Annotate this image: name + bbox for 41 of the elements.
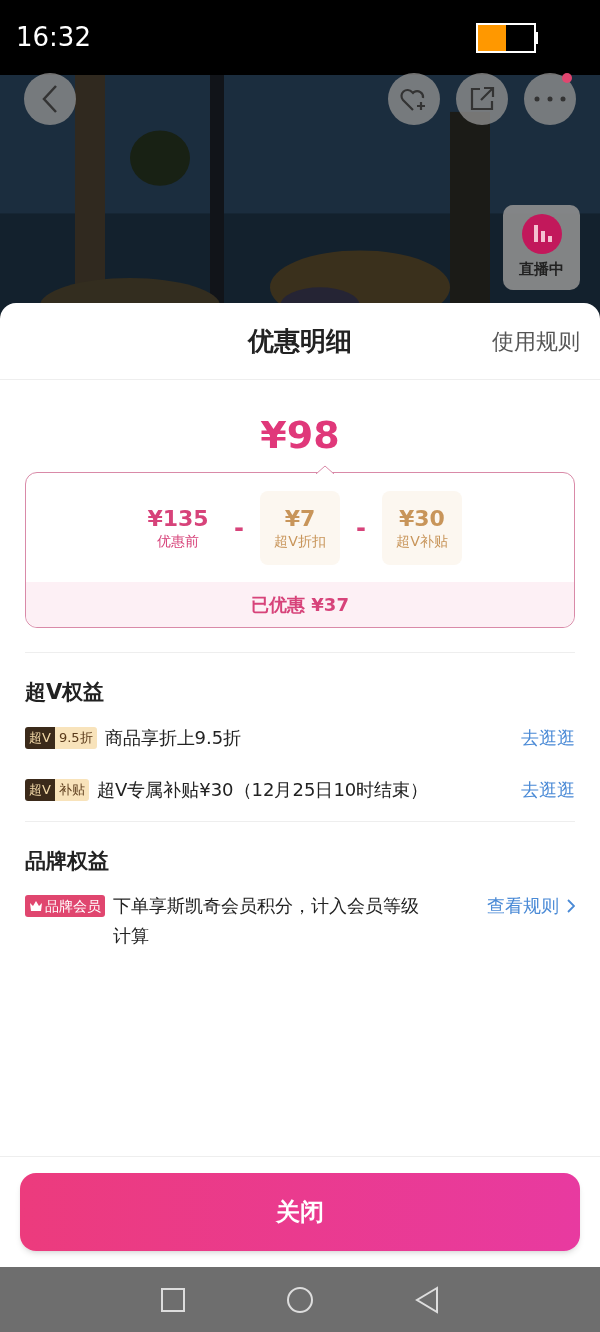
minus-sign: - [234, 512, 244, 544]
live-button[interactable]: 直播中 [503, 205, 580, 290]
chevron-right-icon [567, 899, 575, 913]
sheet-title: 优惠明细 [248, 324, 352, 358]
section-title: 超V权益 [25, 679, 106, 706]
battery-icon [476, 22, 540, 53]
close-button[interactable]: 关闭 [20, 1173, 580, 1251]
benefit-text: 商品享折上9.5折 [104, 725, 243, 750]
recent-apps-button[interactable] [160, 1287, 185, 1312]
price-label: 优惠前 [157, 532, 200, 550]
badge-label: 补贴 [54, 778, 89, 801]
badge-label: 9.5折 [54, 726, 97, 749]
final-price: ¥98 [260, 416, 340, 454]
share-icon [468, 85, 496, 113]
live-icon [521, 214, 562, 255]
triangle-icon [415, 1285, 440, 1314]
benefit-link[interactable]: 查看规则 [487, 895, 575, 917]
benefit-link[interactable]: 去逛逛 [521, 778, 575, 801]
circle-icon [286, 1285, 314, 1314]
status-time: 16:32 [16, 21, 91, 54]
square-icon [160, 1287, 185, 1312]
price-value: ¥30 [399, 505, 445, 533]
rules-link[interactable]: 使用规则 [492, 324, 580, 358]
saved-amount: 已优惠 ¥37 [251, 593, 349, 617]
price-label: 超V补贴 [396, 532, 448, 550]
benefit-text: 超V专属补贴¥30（12月25日10时结束） [96, 777, 430, 802]
benefit-text: 下单享斯凯奇会员积分，计入会员等级计算 [113, 894, 420, 948]
price-label: 超V折扣 [274, 532, 326, 550]
back-nav-button[interactable] [415, 1285, 440, 1314]
back-icon [40, 84, 60, 114]
badge-label: 超V [25, 726, 55, 749]
section-title: 品牌权益 [25, 847, 110, 875]
member-badge: 品牌会员 [25, 895, 105, 917]
benefit-link[interactable]: 去逛逛 [521, 726, 575, 749]
price-value: ¥7 [284, 505, 316, 533]
badge-label: 超V [25, 778, 55, 801]
price-value: ¥135 [147, 505, 209, 533]
more-icon [534, 96, 566, 102]
minus-sign: - [356, 512, 366, 544]
home-button[interactable] [286, 1285, 314, 1314]
crown-icon [29, 900, 43, 912]
